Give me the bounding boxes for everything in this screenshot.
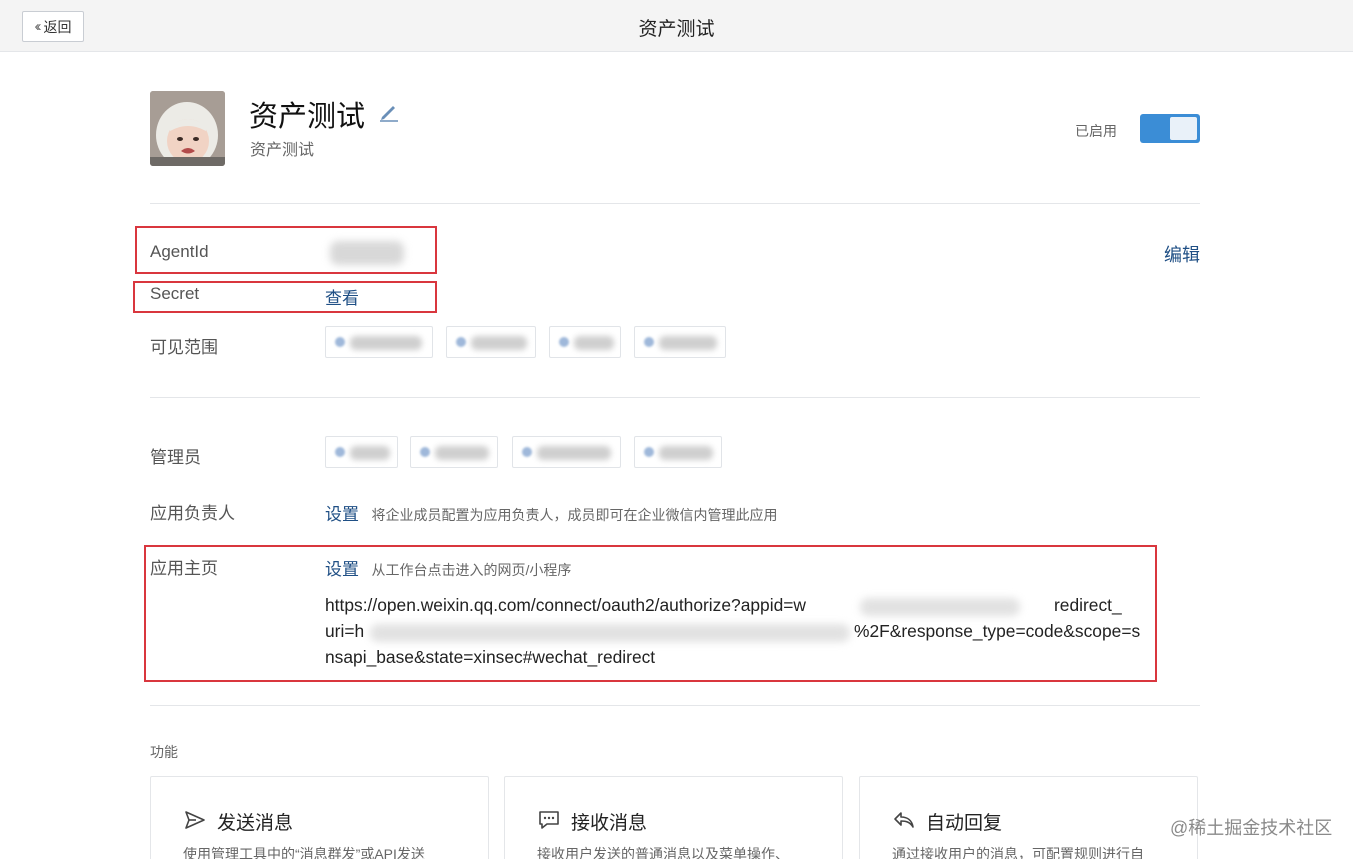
edit-link[interactable]: 编辑 bbox=[1164, 241, 1200, 267]
admin-chip[interactable] bbox=[325, 436, 398, 468]
admin-chip[interactable] bbox=[512, 436, 621, 468]
features-section-title: 功能 bbox=[150, 744, 178, 760]
app-avatar[interactable] bbox=[150, 91, 225, 166]
avatar-image bbox=[150, 91, 225, 166]
watermark: @稀土掘金技术社区 bbox=[1170, 818, 1333, 838]
page-title: 资产测试 bbox=[638, 19, 715, 40]
card-title: 发送消息 bbox=[217, 813, 294, 834]
app-description: 资产测试 bbox=[250, 142, 315, 159]
card-description: 通过接收用户的消息，可配置规则进行自 bbox=[892, 846, 1144, 859]
divider bbox=[150, 705, 1200, 706]
send-icon bbox=[185, 811, 205, 829]
toggle-knob bbox=[1170, 117, 1197, 140]
member-chip[interactable] bbox=[549, 326, 621, 358]
admin-member-list bbox=[325, 436, 735, 468]
highlight-box-agentid bbox=[135, 226, 437, 274]
owner-label: 应用负责人 bbox=[150, 504, 235, 523]
card-title: 接收消息 bbox=[571, 813, 648, 834]
visibility-label: 可见范围 bbox=[150, 338, 218, 357]
edit-pencil-icon[interactable] bbox=[378, 100, 400, 122]
admins-label: 管理员 bbox=[150, 448, 201, 467]
feature-card-receive-message[interactable]: 接收消息 接收用户发送的普通消息以及菜单操作、 bbox=[504, 776, 843, 859]
owner-row: 设置 将企业成员配置为应用负责人，成员即可在企业微信内管理此应用 bbox=[325, 500, 777, 525]
reply-icon bbox=[894, 812, 914, 828]
message-icon bbox=[539, 811, 559, 829]
divider bbox=[150, 397, 1200, 398]
app-name: 资产测试 bbox=[249, 101, 366, 133]
card-title: 自动回复 bbox=[926, 813, 1003, 834]
owner-hint: 将企业成员配置为应用负责人，成员即可在企业微信内管理此应用 bbox=[371, 507, 778, 523]
card-description: 接收用户发送的普通消息以及菜单操作、 bbox=[537, 846, 789, 859]
admin-chip[interactable] bbox=[410, 436, 498, 468]
feature-card-auto-reply[interactable]: 自动回复 通过接收用户的消息，可配置规则进行自 bbox=[859, 776, 1198, 859]
status-label: 已启用 bbox=[1075, 123, 1117, 139]
highlight-box-homepage bbox=[144, 545, 1157, 682]
highlight-box-secret bbox=[133, 281, 437, 313]
member-chip[interactable] bbox=[634, 326, 726, 358]
top-bar: ‹‹ 返回 资产测试 bbox=[0, 0, 1353, 52]
feature-card-send-message[interactable]: 发送消息 使用管理工具中的“消息群发”或API发送 bbox=[150, 776, 489, 859]
admin-chip[interactable] bbox=[634, 436, 722, 468]
visibility-member-list bbox=[325, 326, 735, 358]
card-description: 使用管理工具中的“消息群发”或API发送 bbox=[183, 846, 425, 859]
member-chip[interactable] bbox=[446, 326, 536, 358]
owner-set-link[interactable]: 设置 bbox=[325, 505, 359, 524]
member-chip[interactable] bbox=[325, 326, 433, 358]
enable-toggle[interactable] bbox=[1140, 114, 1200, 143]
divider bbox=[150, 203, 1200, 204]
